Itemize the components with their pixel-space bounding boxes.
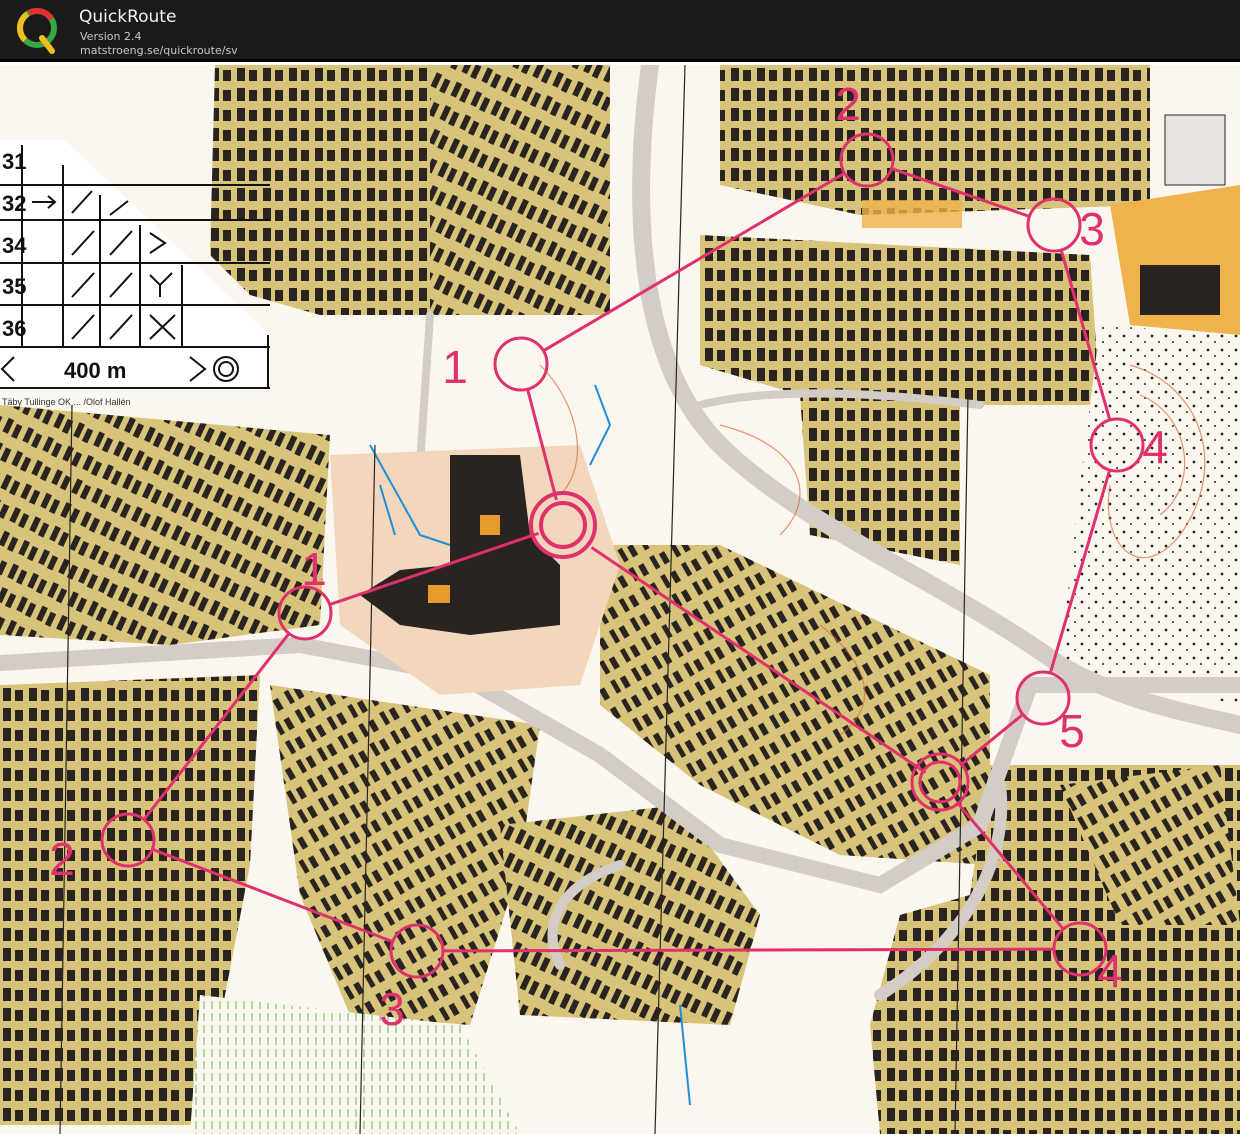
title-bar: QuickRoute Version 2.4 matstroeng.se/qui… (0, 0, 1240, 62)
course-south-leg (442, 947, 1055, 953)
legend-scale-label: 400 m (64, 358, 126, 383)
control-number-north-2: 2 (835, 78, 861, 130)
control-circle-north-1[interactable] (493, 336, 549, 392)
legend-row-31: 31 (2, 149, 26, 174)
app-title: QuickRoute (79, 7, 177, 27)
legend-row-32: 32 (2, 191, 26, 216)
app-url-link[interactable]: matstroeng.se/quickroute/sv (80, 44, 238, 57)
control-number-south-3: 3 (379, 983, 405, 1035)
control-number-south-1: 1 (301, 543, 327, 595)
app-version: Version 2.4 (80, 30, 142, 43)
quickroute-logo-icon (17, 8, 57, 54)
built-up-areas (0, 65, 1240, 1134)
large-building (1140, 265, 1220, 315)
construction-area (862, 200, 962, 228)
control-number-north-1: 1 (442, 341, 468, 393)
orienteering-map[interactable]: 31 32 34 35 36 400 m Täby Tullinge OK ..… (0, 65, 1240, 1134)
map-credit: Täby Tullinge OK ... /Olof Hallén (2, 397, 131, 407)
control-number-south-2: 2 (49, 833, 75, 885)
legend-row-35: 35 (2, 274, 26, 299)
legend-row-34: 34 (2, 233, 27, 258)
control-number-south-4: 4 (1097, 945, 1123, 997)
building-outline (1164, 114, 1226, 186)
legend-row-36: 36 (2, 316, 26, 341)
control-number-north-3: 3 (1079, 203, 1105, 255)
map-canvas: 31 32 34 35 36 400 m Täby Tullinge OK ..… (0, 65, 1240, 1134)
control-number-north-4: 4 (1142, 421, 1168, 473)
control-number-north-5: 5 (1059, 705, 1085, 757)
